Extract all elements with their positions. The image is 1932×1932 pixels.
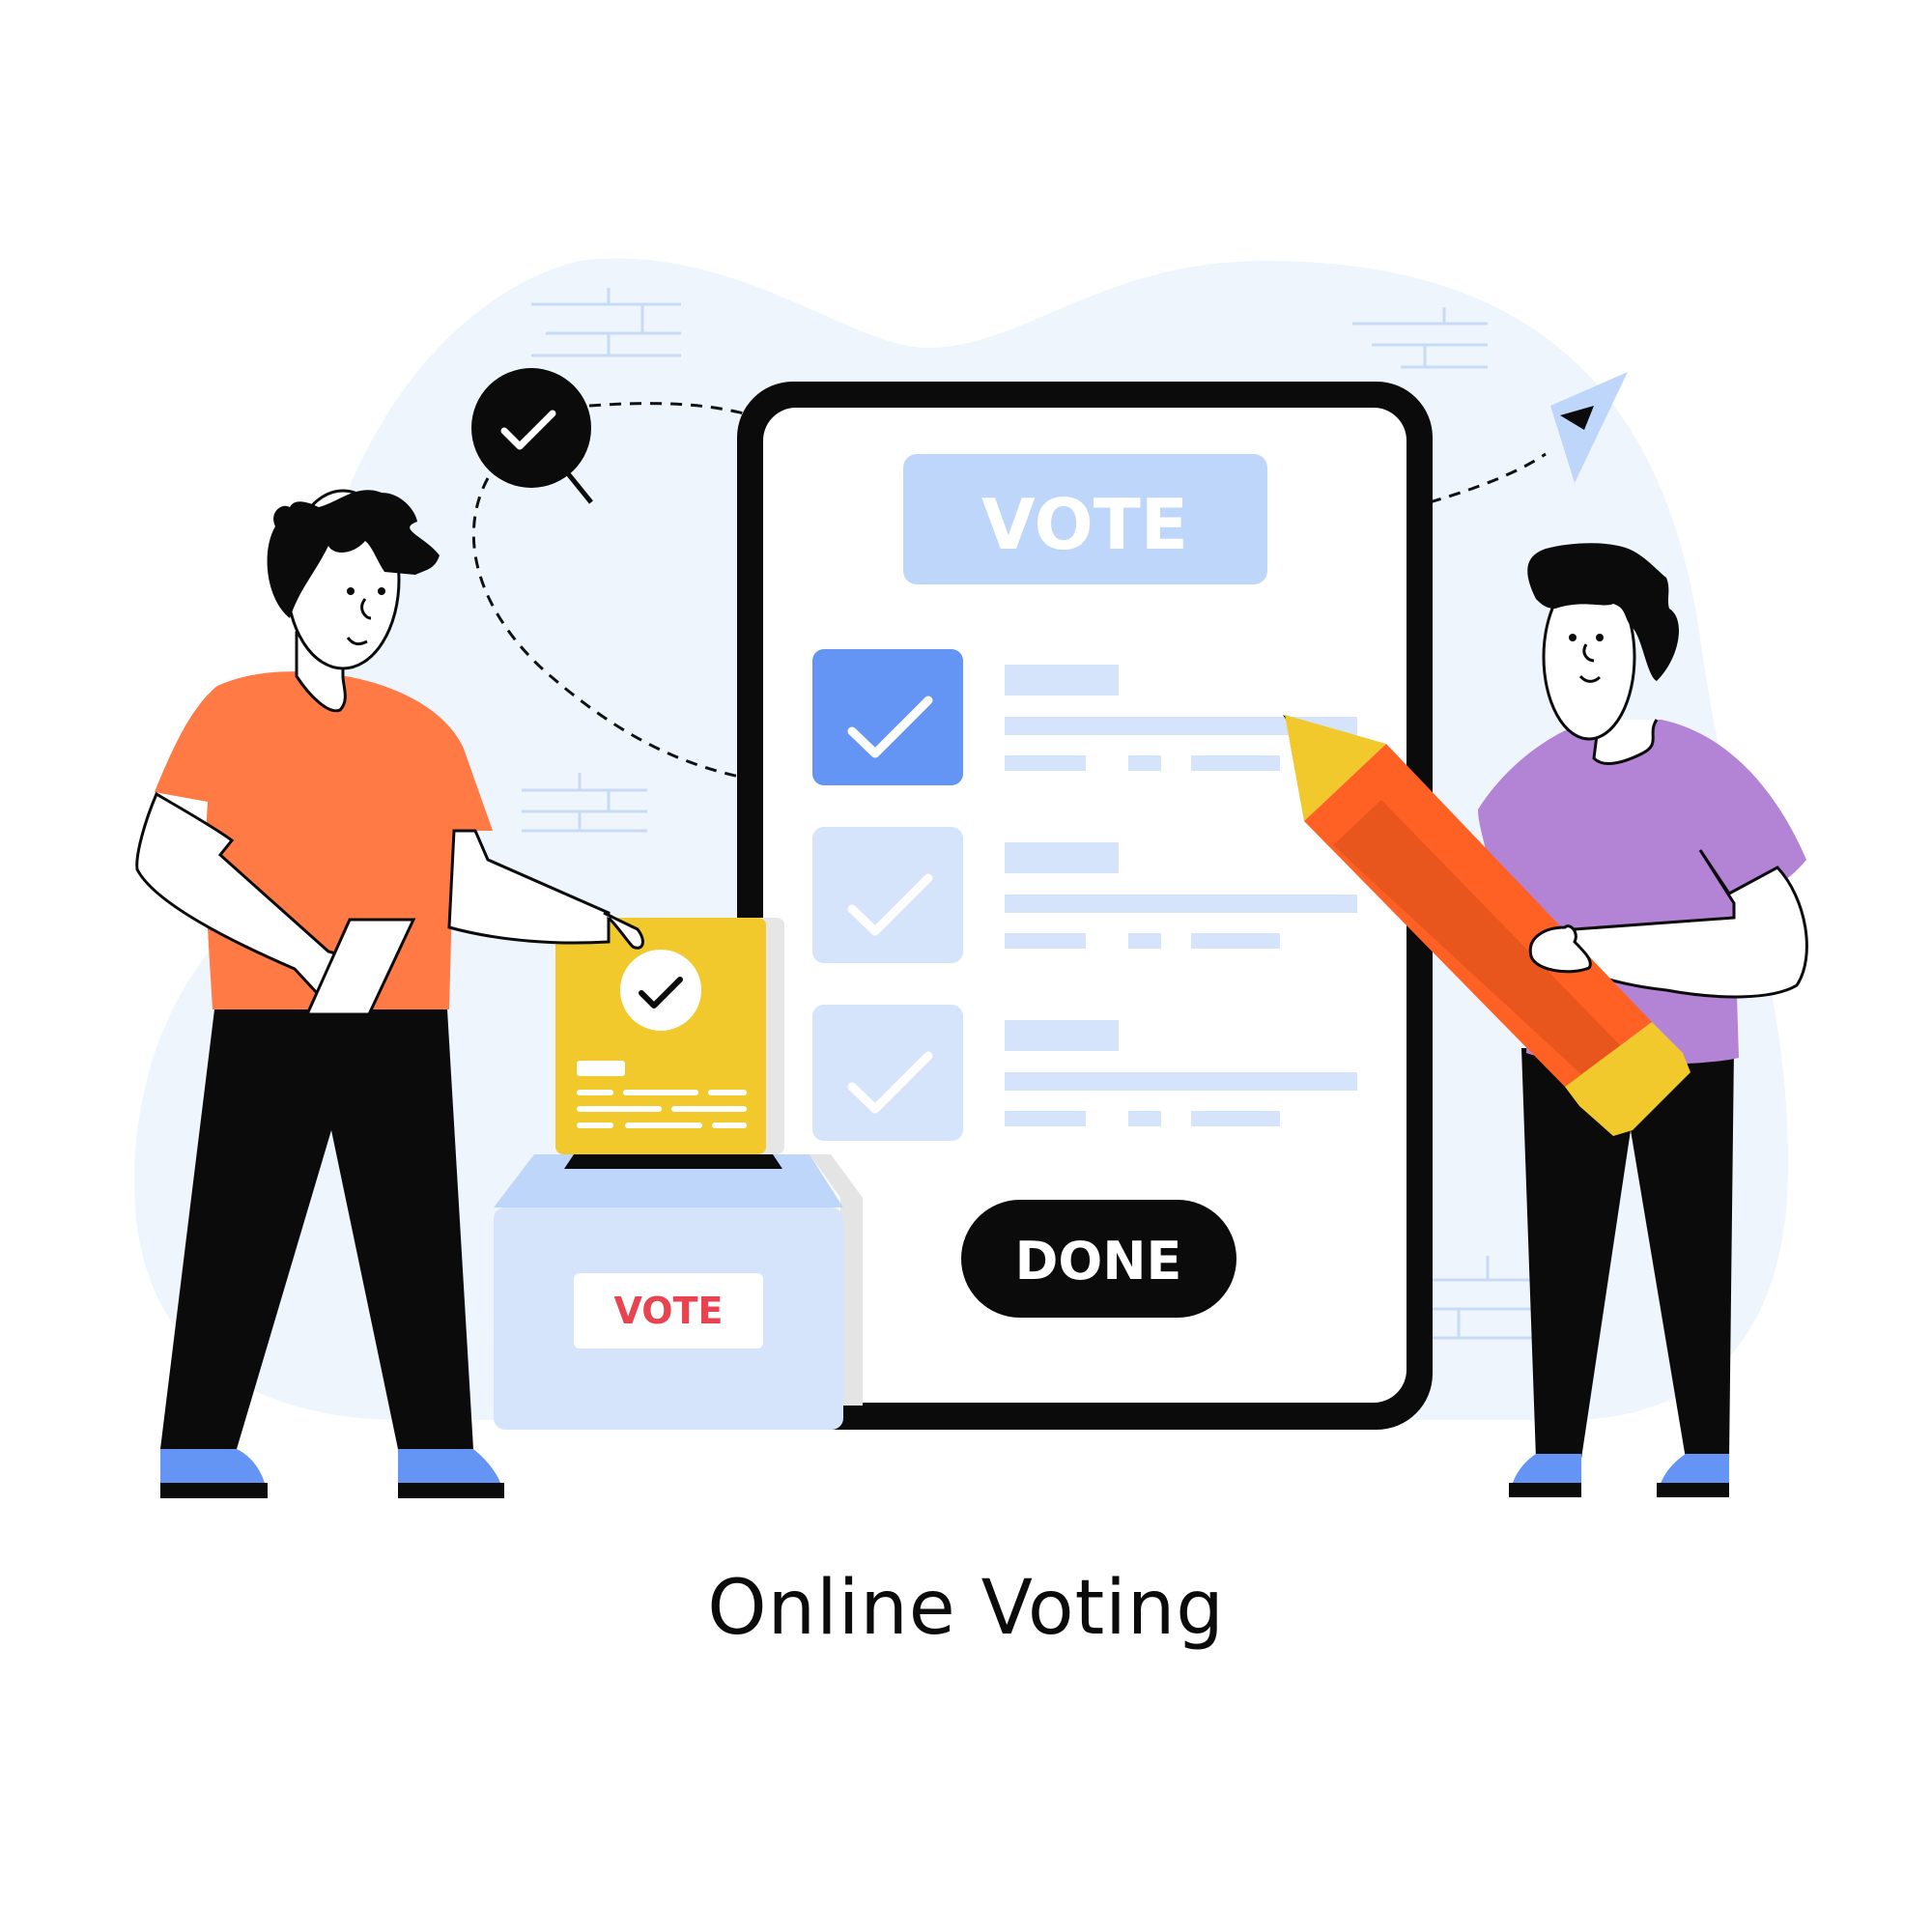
option-line-bar: [1005, 1072, 1357, 1091]
vote-header-label: VOTE: [981, 484, 1188, 565]
done-button-label: DONE: [1015, 1231, 1182, 1292]
option-line-bar: [1128, 1111, 1161, 1126]
ballot-box-label: VOTE: [614, 1290, 724, 1332]
option-title-bar: [1005, 1020, 1119, 1051]
option-line-bar: [1128, 933, 1161, 949]
option-line-bar: [1191, 1111, 1280, 1126]
option-line-bar: [1005, 895, 1357, 913]
option-line-bar: [1128, 755, 1161, 771]
done-button[interactable]: DONE: [961, 1200, 1236, 1318]
checkbox-unchecked[interactable]: [812, 827, 963, 963]
illustration-caption: Online Voting: [707, 1565, 1225, 1652]
option-title-bar: [1005, 665, 1119, 696]
option-line-bar: [1191, 755, 1280, 771]
option-line-bar: [1005, 933, 1086, 949]
option-line-bar: [1005, 1111, 1086, 1126]
checkbox-unchecked[interactable]: [812, 1005, 963, 1141]
checkbox-checked[interactable]: [812, 649, 963, 785]
option-title-bar: [1005, 842, 1119, 873]
ballot-box: VOTE: [494, 1154, 863, 1430]
ballot-paper: [555, 918, 784, 1154]
option-line-bar: [1191, 933, 1280, 949]
option-line-bar: [1005, 755, 1086, 771]
